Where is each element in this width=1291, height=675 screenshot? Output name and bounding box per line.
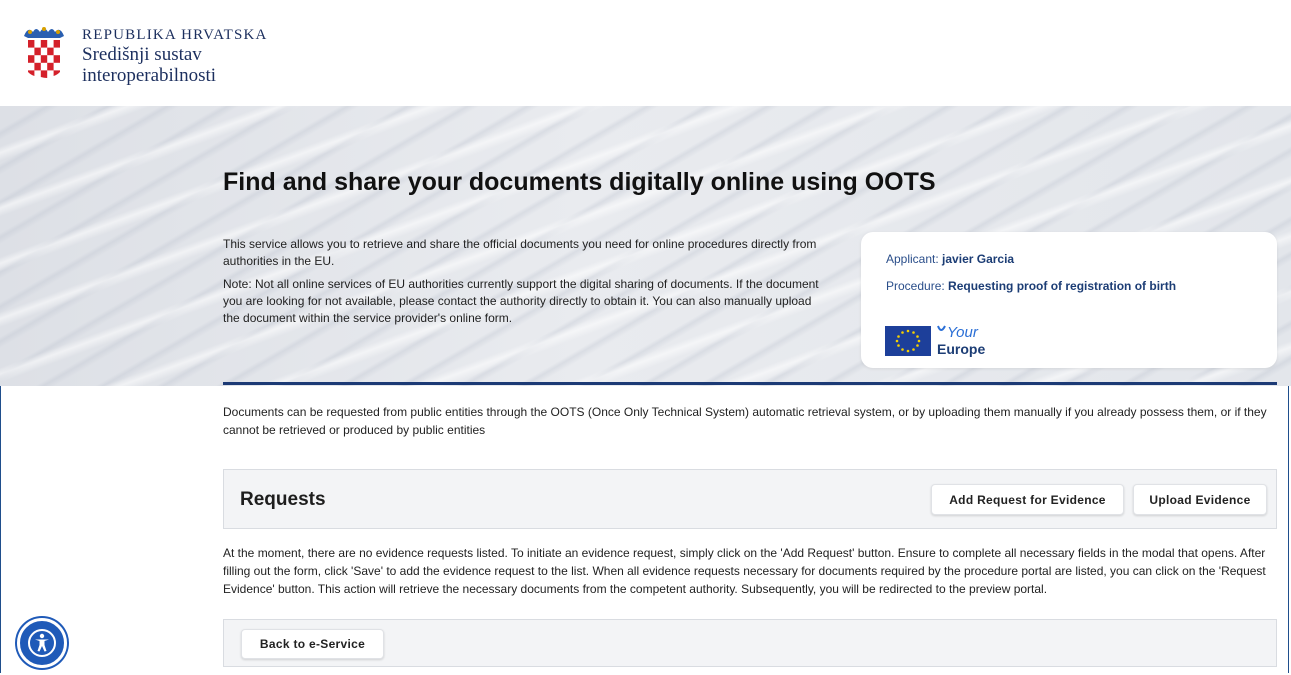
system-name-line1: Središnji sustav: [82, 44, 202, 65]
hero-note: Note: Not all online services of EU auth…: [223, 277, 819, 325]
requests-empty-text: At the moment, there are no evidence req…: [223, 546, 1266, 596]
eu-flag-icon: [885, 326, 931, 356]
requests-title: Requests: [240, 489, 326, 510]
intro-text: Documents can be requested from public e…: [223, 405, 1267, 437]
upload-evidence-button[interactable]: Upload Evidence: [1133, 484, 1267, 515]
coat-of-arms-icon: [24, 27, 64, 78]
hero-description: This service allows you to retrieve and …: [223, 237, 817, 268]
brand-text: REPUBLIKA HRVATSKA Središnji sustav inte…: [82, 26, 268, 86]
applicant-value: javier Garcia: [942, 252, 1015, 266]
procedure-value: Requesting proof of registration of birt…: [948, 279, 1177, 293]
hero-divider: [223, 382, 1277, 385]
requests-panel: Requests Add Request for Evidence Upload…: [223, 469, 1277, 529]
country-name: REPUBLIKA HRVATSKA: [82, 27, 268, 43]
back-panel: Back to e-Service: [223, 619, 1277, 667]
logo-your-text: Your: [947, 324, 979, 341]
accessibility-button[interactable]: [17, 618, 67, 668]
your-europe-logo: Your Europe: [885, 324, 985, 357]
accessibility-icon: [28, 629, 56, 657]
applicant-row: Applicant: javier Garcia: [886, 252, 1014, 266]
procedure-label: Procedure:: [886, 279, 945, 293]
logo-europe-text: Europe: [937, 341, 985, 357]
applicant-info-card: Applicant: javier Garcia Procedure: Requ…: [861, 232, 1277, 368]
page-title: Find and share your documents digitally …: [223, 168, 936, 196]
add-request-button[interactable]: Add Request for Evidence: [931, 484, 1124, 515]
system-name-line2: interoperabilnosti: [82, 65, 217, 86]
applicant-label: Applicant:: [886, 252, 939, 266]
site-header: REPUBLIKA HRVATSKA Središnji sustav inte…: [0, 0, 1291, 106]
hero-banner: Find and share your documents digitally …: [0, 106, 1291, 386]
procedure-row: Procedure: Requesting proof of registrat…: [886, 279, 1176, 293]
back-to-eservice-button[interactable]: Back to e-Service: [241, 629, 384, 659]
